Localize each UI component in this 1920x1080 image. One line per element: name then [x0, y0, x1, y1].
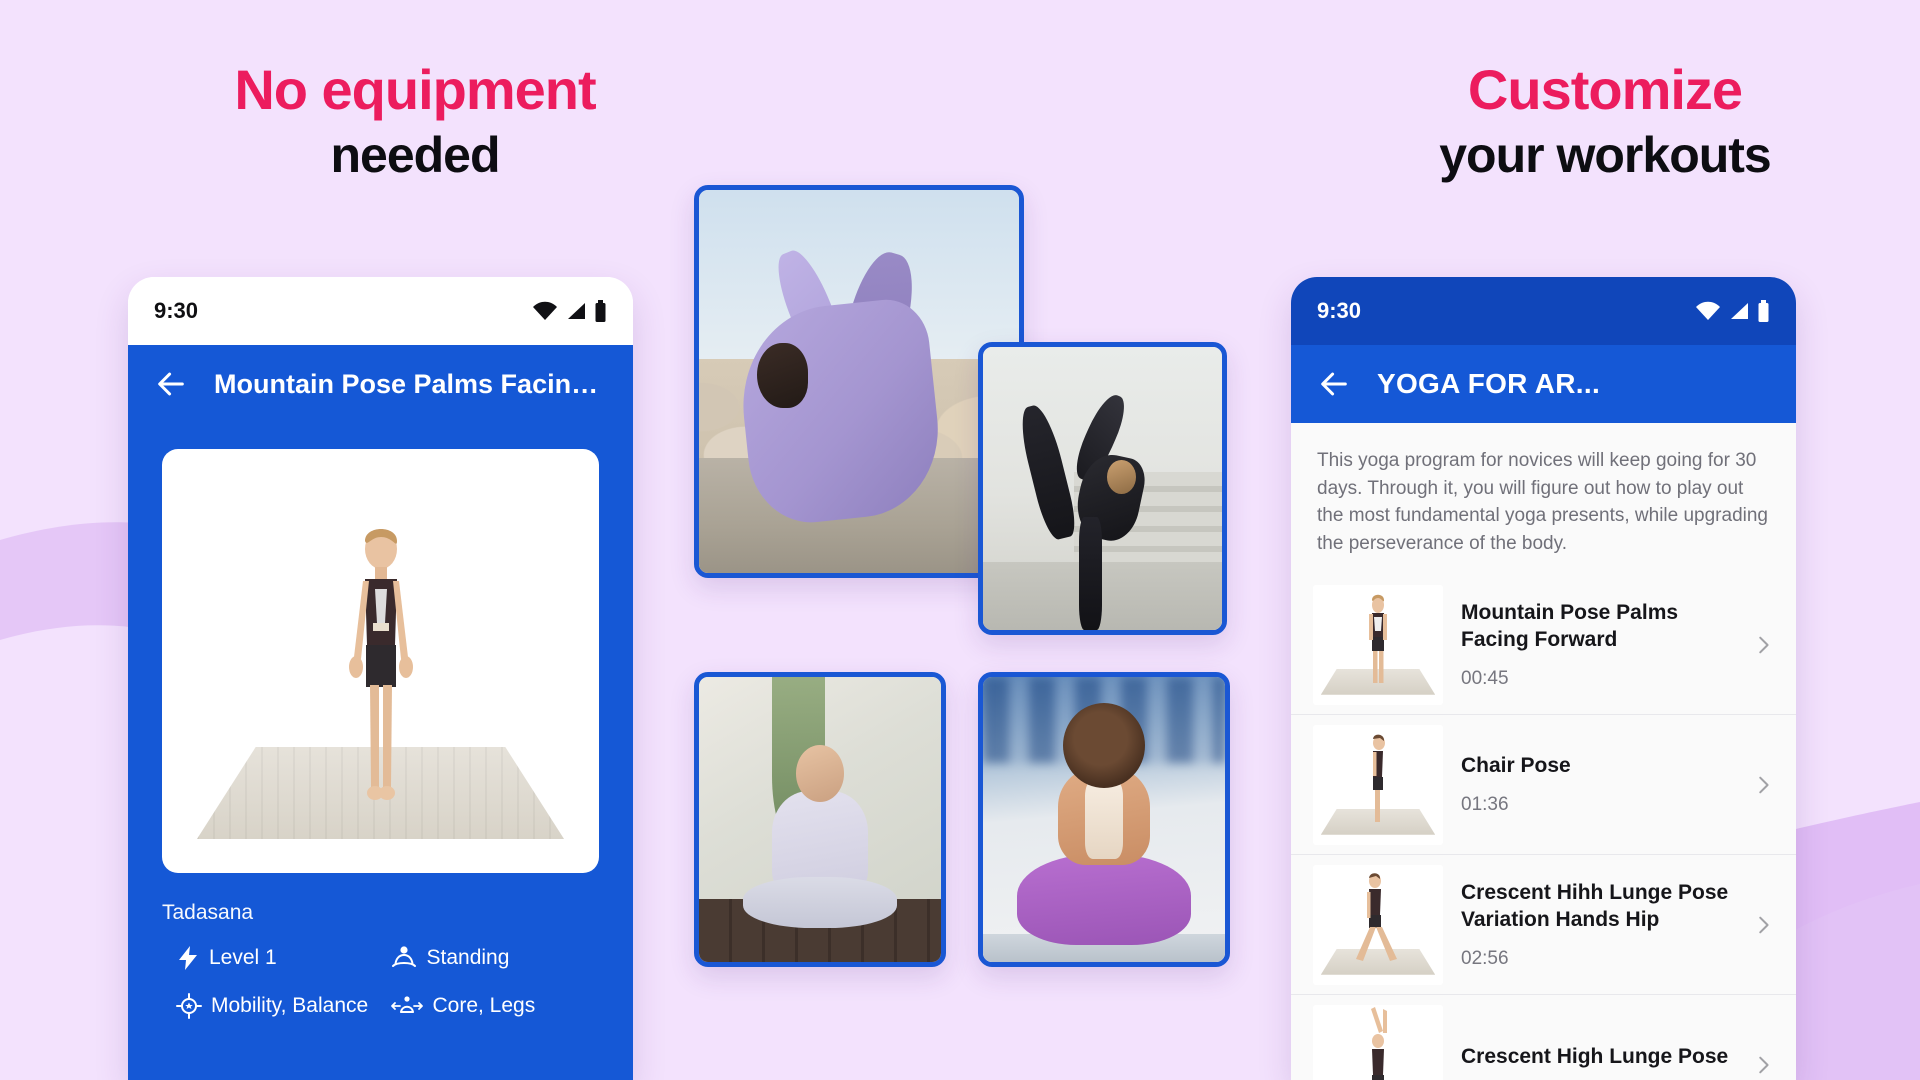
- app-bar-right: YOGA FOR AR...: [1291, 345, 1796, 423]
- pose-attribute-level: Level 1: [176, 945, 386, 971]
- wifi-icon: [533, 301, 557, 320]
- status-bar-right: 9:30: [1291, 277, 1796, 345]
- chevron-right-icon[interactable]: [1752, 1054, 1774, 1076]
- status-bar-time: 9:30: [1317, 298, 1362, 323]
- avatar-standing-figure: [348, 529, 413, 800]
- headline-right-line2: your workouts: [1439, 127, 1771, 184]
- pose-attribute-level-label: Level 1: [209, 946, 277, 969]
- phone-mockup-right: 9:30 YOGA FOR AR... This yoga program fo…: [1291, 277, 1796, 1080]
- standing-person-icon: [391, 946, 416, 967]
- thumb-figure-crescent-lunge: [1356, 872, 1397, 961]
- thumb-figure-crescent-high-lunge: [1371, 1006, 1387, 1080]
- chevron-right-icon[interactable]: [1752, 914, 1774, 936]
- pose-attribute-muscles-label: Core, Legs: [432, 994, 536, 1017]
- app-bar-left: Mountain Pose Palms Facing...: [128, 345, 633, 423]
- pose-attribute-benefits-label: Mobility, Balance: [211, 994, 369, 1017]
- pose-3d-avatar: [162, 449, 599, 873]
- battery-icon: [595, 300, 606, 322]
- muscle-group-icon: [390, 996, 423, 1013]
- headline-right: Customize your workouts: [1250, 60, 1920, 182]
- lightning-bolt-icon: [179, 946, 197, 970]
- back-arrow-icon[interactable]: [154, 367, 188, 401]
- pose-info: Mountain Pose Palms Facing Forward 00:45: [1461, 600, 1734, 690]
- chevron-right-icon[interactable]: [1752, 634, 1774, 656]
- pose-attribute-grid: Level 1 Standing Mobility, Balance Core,…: [162, 945, 599, 1019]
- pose-preview-card[interactable]: [162, 449, 599, 873]
- thumb-figure-chair-pose: [1373, 734, 1385, 822]
- headline-left-line2: needed: [330, 127, 500, 184]
- cellular-signal-icon: [568, 303, 585, 319]
- back-arrow-icon[interactable]: [1317, 367, 1351, 401]
- pose-thumbnail: [1313, 1004, 1443, 1080]
- photo-lotus-meditation: [694, 672, 946, 967]
- phone-mockup-left: 9:30 Mountain Pose Palms Facing... Tadas…: [128, 277, 633, 1080]
- pose-duration: 00:45: [1461, 667, 1509, 689]
- pose-attribute-position-label: Standing: [426, 946, 510, 969]
- photo-kneeling-backbend-on-rocks: [694, 185, 1024, 578]
- battery-icon: [1758, 300, 1769, 322]
- pose-name: Mountain Pose Palms Facing Forward: [1461, 600, 1679, 651]
- thumb-figure-mountain-pose: [1369, 594, 1387, 683]
- list-item[interactable]: Crescent High Lunge Pose: [1291, 995, 1796, 1080]
- pose-info: Crescent High Lunge Pose: [1461, 1044, 1734, 1080]
- status-bar-time: 9:30: [154, 298, 199, 323]
- headline-left-line1: No equipment: [234, 58, 596, 121]
- pose-detail-screen: Tadasana Level 1 Standing Mobility, Bala…: [128, 423, 633, 1080]
- headline-right-line1: Customize: [1467, 58, 1743, 121]
- list-item[interactable]: Mountain Pose Palms Facing Forward 00:45: [1291, 575, 1796, 716]
- app-bar-title-left: Mountain Pose Palms Facing...: [214, 368, 607, 399]
- status-bar-icons: [1695, 300, 1770, 322]
- cellular-signal-icon: [1731, 303, 1748, 319]
- pose-duration: 02:56: [1461, 947, 1509, 969]
- pose-info: Crescent Hihh Lunge Pose Variation Hands…: [1461, 880, 1734, 970]
- photo-dancer-pose-on-steps: [978, 342, 1227, 635]
- program-description: This yoga program for novices will keep …: [1317, 450, 1768, 554]
- pose-attribute-benefits: Mobility, Balance: [176, 993, 386, 1019]
- pose-name: Crescent High Lunge Pose: [1461, 1045, 1729, 1069]
- status-bar-left: 9:30: [128, 277, 633, 345]
- pose-sanskrit-name: Tadasana: [162, 901, 254, 924]
- status-bar-icons: [532, 300, 607, 322]
- pose-name: Chair Pose: [1461, 754, 1571, 778]
- photo-reverse-prayer-seated: [978, 672, 1230, 967]
- list-item[interactable]: Crescent Hihh Lunge Pose Variation Hands…: [1291, 855, 1796, 996]
- pose-info: Chair Pose 01:36: [1461, 753, 1734, 816]
- chevron-right-icon[interactable]: [1752, 774, 1774, 796]
- program-detail-screen[interactable]: This yoga program for novices will keep …: [1291, 423, 1796, 1080]
- list-item[interactable]: Chair Pose 01:36: [1291, 715, 1796, 856]
- pose-thumbnail: [1313, 584, 1443, 705]
- pose-thumbnail: [1313, 864, 1443, 985]
- pose-list: Mountain Pose Palms Facing Forward 00:45: [1291, 575, 1796, 1080]
- target-crosshair-icon: [176, 993, 202, 1019]
- pose-name: Crescent Hihh Lunge Pose Variation Hands…: [1461, 880, 1729, 931]
- wifi-icon: [1696, 301, 1720, 320]
- app-bar-title-right: YOGA FOR AR...: [1377, 368, 1601, 399]
- pose-meta-block: Tadasana Level 1 Standing Mobility, Bala…: [128, 873, 633, 1019]
- pose-thumbnail: [1313, 724, 1443, 845]
- pose-attribute-muscles: Core, Legs: [390, 993, 600, 1019]
- pose-duration: 01:36: [1461, 794, 1509, 816]
- headline-left: No equipment needed: [60, 60, 770, 182]
- pose-attribute-position: Standing: [390, 945, 600, 971]
